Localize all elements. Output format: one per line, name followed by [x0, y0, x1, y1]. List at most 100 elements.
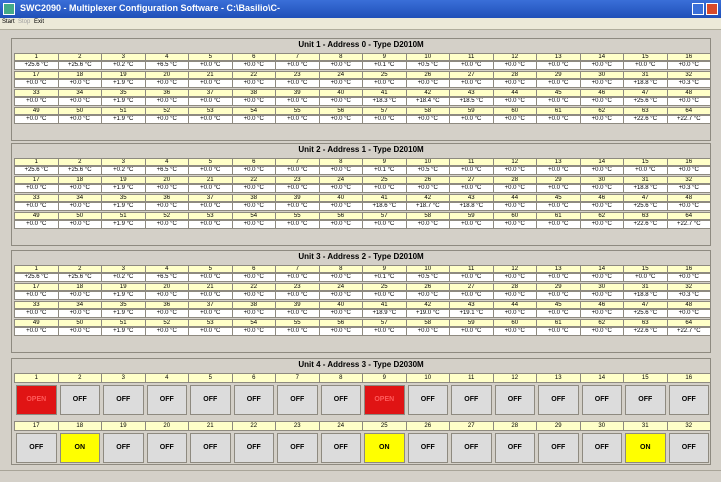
relay-button[interactable]: OFF — [16, 433, 57, 463]
unit-title: Unit 4 - Address 3 - Type D2030M — [298, 360, 424, 369]
close-icon[interactable] — [706, 3, 718, 15]
minimize-icon[interactable] — [692, 3, 704, 15]
channel-number: 62 — [579, 107, 624, 115]
temperature-value: +0.0 °C — [492, 115, 537, 124]
temperature-value: +0.0 °C — [536, 202, 581, 211]
relay-button[interactable]: OFF — [103, 385, 144, 415]
channel-number: 2 — [57, 158, 102, 166]
relay-button[interactable]: OFF — [668, 433, 709, 463]
temperature-value: +0.0 °C — [362, 115, 407, 124]
relay-button[interactable]: ON — [625, 433, 666, 463]
relay-button[interactable]: OFF — [494, 433, 535, 463]
relay-number: 28 — [492, 421, 537, 431]
relay-button[interactable]: OFF — [103, 433, 144, 463]
channel-number: 44 — [492, 89, 537, 97]
relay-number: 7 — [275, 373, 320, 383]
relay-button[interactable]: OFF — [668, 385, 709, 415]
channel-number: 11 — [449, 158, 494, 166]
channel-number: 14 — [579, 265, 624, 273]
temperature-value: +1.9 °C — [101, 202, 146, 211]
temperature-value: +0.0 °C — [405, 220, 450, 229]
temperature-value: +0.0 °C — [231, 61, 276, 70]
temperature-value: +0.0 °C — [318, 202, 363, 211]
menu-start[interactable]: Start — [2, 19, 15, 25]
channel-number: 9 — [362, 265, 407, 273]
relay-button[interactable]: OFF — [59, 385, 100, 415]
channel-number: 21 — [188, 176, 233, 184]
relay-button[interactable]: OFF — [407, 385, 448, 415]
channel-number: 3 — [101, 53, 146, 61]
relay-button[interactable]: OFF — [407, 433, 448, 463]
relay-button[interactable]: OPEN — [16, 385, 57, 415]
temperature-value: +0.0 °C — [144, 327, 189, 336]
relay-button[interactable]: OFF — [190, 385, 231, 415]
temperature-value: +0.0 °C — [275, 327, 320, 336]
relay-number: 6 — [231, 373, 276, 383]
channel-number: 59 — [449, 107, 494, 115]
title-bar: SWC2090 - Multiplexer Configuration Soft… — [0, 0, 721, 18]
menu-stop[interactable]: Stop — [18, 19, 30, 25]
temperature-value: +25.6 °C — [623, 309, 668, 318]
relay-button[interactable]: OFF — [320, 385, 361, 415]
relay-number: 3 — [101, 373, 146, 383]
relay-button[interactable]: OFF — [233, 433, 274, 463]
temperature-value: +0.0 °C — [188, 291, 233, 300]
relay-button[interactable]: OFF — [625, 385, 666, 415]
channel-number: 13 — [536, 53, 581, 61]
channel-number: 44 — [492, 194, 537, 202]
temperature-value: +0.0 °C — [188, 202, 233, 211]
channel-number: 9 — [362, 158, 407, 166]
channel-number: 44 — [492, 301, 537, 309]
temperature-value: +0.0 °C — [57, 220, 102, 229]
channel-number: 62 — [579, 212, 624, 220]
relay-button[interactable]: OFF — [233, 385, 274, 415]
temperature-value: +0.0 °C — [318, 220, 363, 229]
relay-number: 10 — [405, 373, 450, 383]
relay-button[interactable]: OFF — [146, 433, 187, 463]
unit-title: Unit 3 - Address 2 - Type D2010M — [298, 252, 424, 261]
temperature-value: +0.0 °C — [14, 291, 59, 300]
relay-button[interactable]: OFF — [538, 385, 579, 415]
temperature-value: +18.6 °C — [362, 202, 407, 211]
channel-number: 17 — [14, 283, 59, 291]
menu-exit[interactable]: Exit — [34, 19, 44, 25]
channel-number: 54 — [231, 212, 276, 220]
temperature-value: +0.0 °C — [231, 184, 276, 193]
temperature-value: +0.0 °C — [275, 184, 320, 193]
relay-button[interactable]: OFF — [451, 433, 492, 463]
channel-number: 57 — [362, 107, 407, 115]
channel-number: 49 — [14, 319, 59, 327]
temperature-value: +0.0 °C — [275, 79, 320, 88]
temperature-value: +0.0 °C — [14, 220, 59, 229]
channel-number: 58 — [405, 319, 450, 327]
temperature-value: +0.0 °C — [14, 184, 59, 193]
relay-button[interactable]: OFF — [451, 385, 492, 415]
temperature-value: +1.9 °C — [101, 291, 146, 300]
channel-number: 58 — [405, 212, 450, 220]
relay-button[interactable]: OFF — [277, 433, 318, 463]
relay-button[interactable]: OFF — [146, 385, 187, 415]
channel-number: 46 — [579, 194, 624, 202]
relay-button[interactable]: OFF — [581, 433, 622, 463]
relay-button[interactable]: ON — [59, 433, 100, 463]
relay-button[interactable]: OFF — [320, 433, 361, 463]
relay-button[interactable]: OFF — [538, 433, 579, 463]
channel-number: 4 — [144, 265, 189, 273]
temperature-value: +22.7 °C — [666, 115, 711, 124]
relay-button[interactable]: ON — [364, 433, 405, 463]
relay-button[interactable]: OPEN — [364, 385, 405, 415]
relay-button[interactable]: OFF — [277, 385, 318, 415]
temperature-value: +25.6 °C — [57, 61, 102, 70]
window-title: SWC2090 - Multiplexer Configuration Soft… — [20, 3, 281, 13]
relay-button[interactable]: OFF — [494, 385, 535, 415]
temperature-value: +18.8 °C — [623, 79, 668, 88]
channel-number: 24 — [318, 176, 363, 184]
temperature-value: +0.0 °C — [579, 115, 624, 124]
relay-button[interactable]: OFF — [190, 433, 231, 463]
channel-number: 35 — [101, 194, 146, 202]
channel-number: 18 — [57, 176, 102, 184]
channel-number: 28 — [492, 283, 537, 291]
relay-button[interactable]: OFF — [581, 385, 622, 415]
temperature-value: +0.0 °C — [275, 291, 320, 300]
channel-number: 48 — [666, 194, 711, 202]
